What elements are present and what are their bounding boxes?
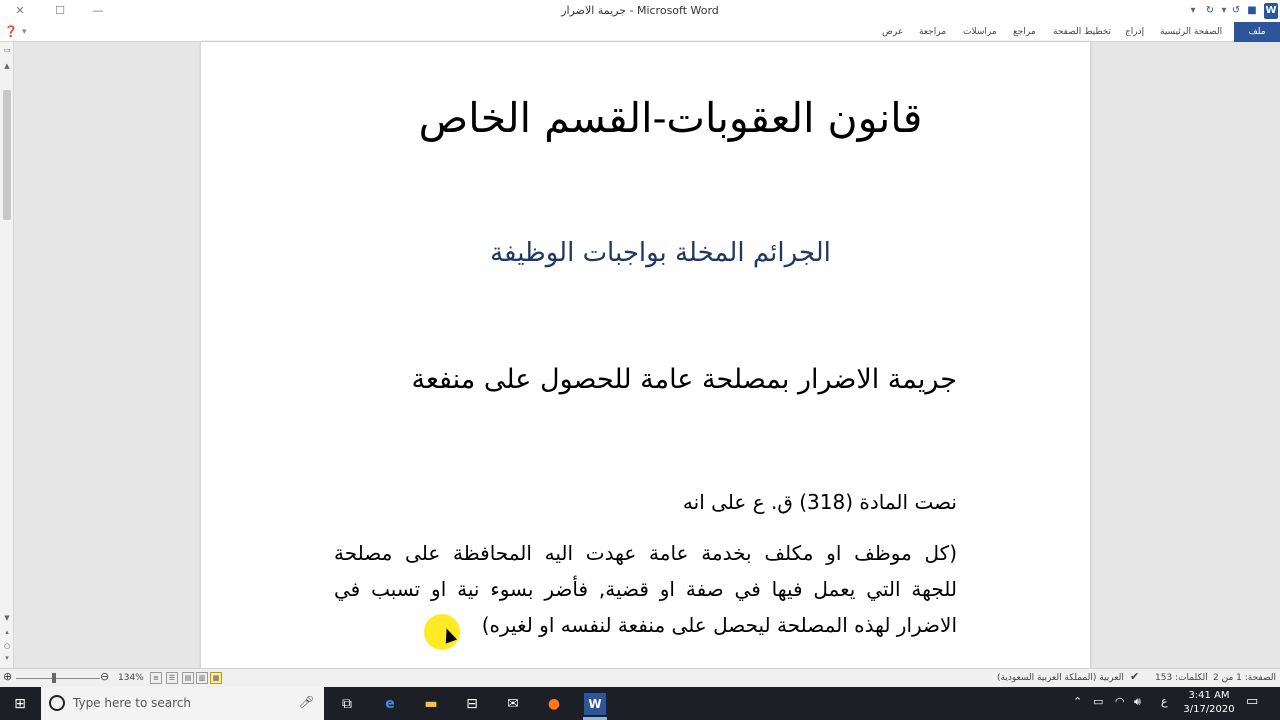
document-intro-line: نصت المادة (318) ق. ع على انه	[682, 490, 957, 514]
web-layout-icon[interactable]: ▤	[182, 672, 194, 684]
volume-icon[interactable]: 🔊︎	[1134, 695, 1141, 709]
tab-page-layout[interactable]: تخطيط الصفحة	[1053, 24, 1111, 42]
undo-icon[interactable]: ↺	[1229, 3, 1243, 19]
document-page[interactable]: قانون العقوبات-القسم الخاص الجرائم المخل…	[201, 42, 1090, 668]
previous-page-icon[interactable]: ▴	[2, 628, 12, 638]
zoom-slider-thumb[interactable]	[52, 673, 56, 683]
tab-references[interactable]: مراجع	[1013, 24, 1036, 42]
zoom-level[interactable]: 134%	[118, 673, 144, 683]
document-heading-1: قانون العقوبات-القسم الخاص	[418, 94, 923, 142]
taskbar-search[interactable]: Type here to search 🎤︎	[41, 687, 324, 720]
page-indicator[interactable]: الصفحة: 1 من 2	[1213, 673, 1276, 683]
outline-view-icon[interactable]: ☰	[166, 672, 178, 684]
save-icon[interactable]: ■	[1245, 3, 1259, 19]
zoom-out-icon[interactable]: ⊖	[100, 670, 109, 683]
tray-overflow-icon[interactable]: ⌃	[1073, 695, 1082, 708]
document-heading-2: الجرائم المخلة بواجبات الوظيفة	[490, 238, 831, 268]
language-indicator[interactable]: العربية (المملكة العربية السعودية)	[997, 673, 1124, 683]
tab-review[interactable]: مراجعة	[919, 24, 946, 42]
microphone-icon[interactable]: 🎤︎	[299, 695, 314, 709]
firefox-icon[interactable]: ●	[543, 693, 565, 715]
clock[interactable]: 3:41 AM 3/17/2020	[1180, 689, 1238, 717]
vertical-scrollbar[interactable]: ▭ ▲ ▼ ▴ ○ ▾	[0, 42, 14, 668]
draft-view-icon[interactable]: ≡	[150, 672, 162, 684]
mail-icon[interactable]: ✉	[502, 693, 524, 715]
battery-icon[interactable]: ▭	[1093, 695, 1103, 708]
store-icon[interactable]: ⊟	[461, 693, 483, 715]
customize-qat-icon[interactable]: ▾	[1186, 3, 1200, 19]
clock-date: 3/17/2020	[1183, 704, 1235, 715]
zoom-slider[interactable]	[16, 678, 100, 679]
ribbon-tabs: ❓ ▾ ملف الصفحة الرئيسية إدراج تخطيط الصف…	[0, 22, 1280, 42]
title-bar: ✕ ☐ — جريمة الاضرار - Microsoft Word ▾ ↻…	[0, 0, 1280, 22]
search-placeholder: Type here to search	[73, 696, 191, 710]
proofing-icon[interactable]: ✔	[1130, 670, 1139, 683]
task-view-icon[interactable]: ⧉	[336, 693, 358, 715]
full-screen-reading-icon[interactable]: ▥	[196, 672, 208, 684]
zoom-in-icon[interactable]: ⊕	[3, 670, 12, 683]
windows-start-icon[interactable]: ⊞	[9, 693, 31, 715]
tab-view[interactable]: عرض	[882, 24, 903, 42]
wifi-icon[interactable]: ◠	[1115, 695, 1125, 708]
tab-home[interactable]: الصفحة الرئيسية	[1160, 24, 1222, 42]
file-explorer-icon[interactable]: ▬	[420, 693, 442, 715]
scroll-up-icon[interactable]: ▲	[2, 62, 12, 72]
ruler-toggle-icon[interactable]: ▭	[2, 46, 12, 56]
word-count[interactable]: الكلمات: 153	[1155, 673, 1208, 683]
redo-icon[interactable]: ↻	[1203, 3, 1217, 19]
word-logo-icon: W	[1264, 3, 1278, 19]
browse-object-icon[interactable]: ○	[2, 642, 12, 652]
word-taskbar-icon[interactable]: W	[584, 693, 606, 715]
tab-file[interactable]: ملف	[1234, 22, 1280, 42]
document-heading-3: جريمة الاضرار بمصلحة عامة للحصول على منف…	[411, 364, 958, 395]
tab-insert[interactable]: إدراج	[1125, 24, 1144, 42]
tab-mailings[interactable]: مراسلات	[963, 24, 997, 42]
next-page-icon[interactable]: ▾	[2, 654, 12, 664]
scrollbar-thumb[interactable]	[3, 90, 11, 220]
help-icon[interactable]: ❓	[4, 24, 18, 42]
edge-icon[interactable]: e	[379, 693, 401, 715]
cortana-icon	[49, 695, 65, 711]
status-bar: ⊕ ⊖ 134% ≡ ☰ ▤ ▥ ▦ العربية (المملكة العر…	[0, 668, 1280, 687]
print-layout-icon[interactable]: ▦	[210, 672, 222, 684]
taskbar: ⊞ Type here to search 🎤︎ ⧉ e ▬ ⊟ ✉ ● W ⌃…	[0, 687, 1280, 720]
ribbon-collapse-icon[interactable]: ▾	[22, 24, 27, 42]
paragraph-line: للجهة التي يعمل فيها في صفة او قضية, فأض…	[334, 577, 957, 601]
clock-time: 3:41 AM	[1188, 690, 1230, 701]
notifications-icon[interactable]: ▭	[1246, 694, 1258, 709]
paragraph-line: (كل موظف او مكلف بخدمة عامة عهدت اليه ال…	[334, 541, 957, 565]
input-language[interactable]: ع	[1161, 695, 1168, 708]
window-title: جريمة الاضرار - Microsoft Word	[561, 4, 719, 17]
scroll-down-icon[interactable]: ▼	[2, 614, 12, 624]
